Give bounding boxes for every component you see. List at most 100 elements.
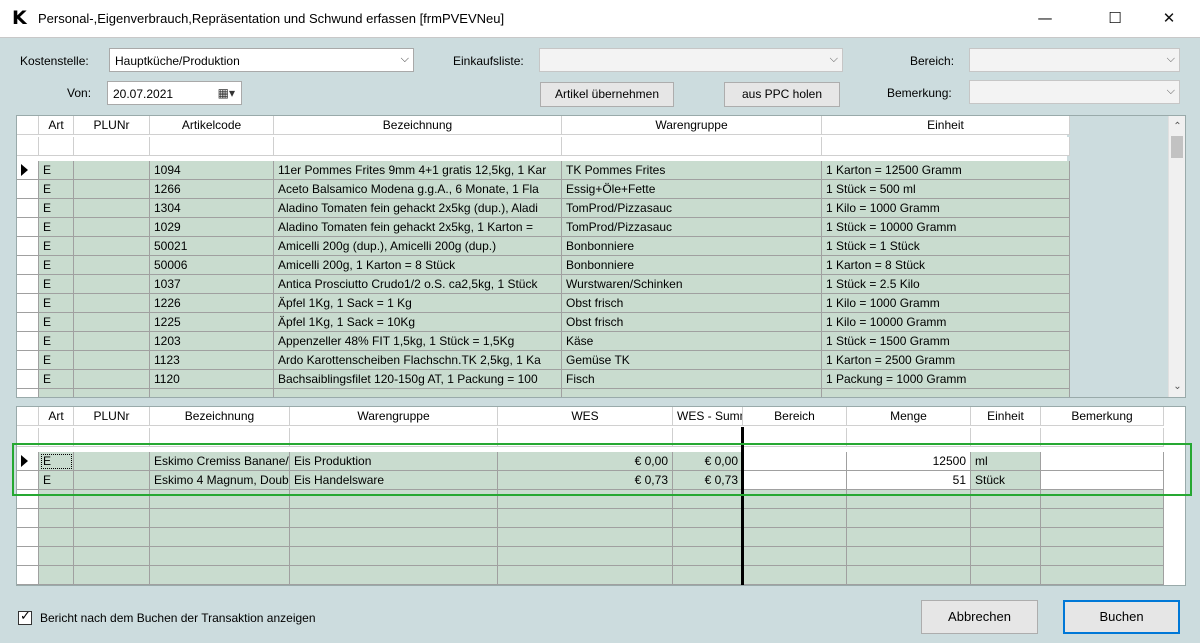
filter-input-plunr[interactable] (74, 428, 150, 447)
bereich-select[interactable]: ⌵ (969, 48, 1180, 72)
cell-bemerkung[interactable] (1041, 452, 1164, 471)
scroll-up-icon[interactable]: ⌃ (1169, 118, 1185, 135)
table-row[interactable]: E 1120 Bachsaiblingsfilet 120-150g AT, 1 P… (17, 370, 1070, 389)
app-logo: K (12, 7, 27, 29)
table-row[interactable]: E 1226 Äpfel 1Kg, 1 Sack = 1 Kg Obst frisch… (17, 294, 1070, 313)
column-header-bezeichnung[interactable]: Bezeichnung (274, 116, 562, 135)
filter-input-bemerkung[interactable] (1041, 428, 1164, 447)
cell-einheit: 1 Karton = 8 Stück (822, 256, 1070, 275)
article-grid-scrollbar[interactable]: ⌃ ⌄ (1168, 116, 1185, 397)
filter-input-art[interactable] (39, 428, 74, 447)
column-header-wes-summe[interactable]: WES - Summe (673, 407, 743, 426)
von-date-picker[interactable]: 20.07.2021 ▦▾ (107, 81, 242, 105)
column-header-einheit[interactable]: Einheit (971, 407, 1041, 426)
row-selector[interactable] (17, 332, 39, 351)
filter-input-artikelcode[interactable] (150, 137, 274, 156)
aus-ppc-holen-button[interactable]: aus PPC holen (724, 82, 840, 107)
column-header-menge[interactable]: Menge (847, 407, 971, 426)
cell-einheit[interactable]: Stück (971, 471, 1041, 490)
cell-artikelcode (150, 389, 274, 397)
row-selector[interactable] (17, 199, 39, 218)
filter-input-einheit[interactable] (822, 137, 1070, 156)
row-selector[interactable] (17, 370, 39, 389)
book-button[interactable]: Buchen (1063, 600, 1180, 634)
table-row[interactable]: E 1304 Aladino Tomaten fein gehackt 2x5kg … (17, 199, 1070, 218)
row-selector[interactable] (17, 256, 39, 275)
cell-einheit[interactable]: ml (971, 452, 1041, 471)
table-row[interactable]: E 1266 Aceto Balsamico Modena g.g.A., 6 Mo… (17, 180, 1070, 199)
column-header-art[interactable]: Art (39, 407, 74, 426)
einkaufsliste-select[interactable]: ⌵ (539, 48, 843, 72)
row-selector[interactable] (17, 275, 39, 294)
bemerkung-select[interactable]: ⌵ (969, 80, 1180, 104)
table-row-partial (17, 389, 1070, 397)
column-header-plunr[interactable]: PLUNr (74, 116, 150, 135)
row-selector[interactable] (17, 161, 39, 180)
table-row[interactable]: E 1094 11er Pommes Frites 9mm 4+1 gratis 1… (17, 161, 1070, 180)
row-selector[interactable] (17, 351, 39, 370)
column-header-plunr[interactable]: PLUNr (74, 407, 150, 426)
filter-input-bezeichnung[interactable] (274, 137, 562, 156)
column-header-wes[interactable]: WES (498, 407, 673, 426)
checkmark-icon: ✓ (20, 609, 31, 624)
cell-menge[interactable]: 51 (847, 471, 971, 490)
filter-input-warengruppe[interactable] (562, 137, 822, 156)
filter-input-warengruppe[interactable] (290, 428, 498, 447)
chevron-down-icon: ⌵ (1166, 84, 1175, 97)
filter-input-art[interactable] (39, 137, 74, 156)
row-selector[interactable] (17, 180, 39, 199)
table-row[interactable]: E Eskimo 4 Magnum, Double Himbeer,Eis Han… (17, 471, 1185, 490)
row-selector[interactable] (17, 218, 39, 237)
filter-input-wes-summe[interactable] (673, 428, 743, 447)
cell-einheit: 1 Stück = 10000 Gramm (822, 218, 1070, 237)
column-header-bezeichnung[interactable]: Bezeichnung (150, 407, 290, 426)
row-selector[interactable] (17, 237, 39, 256)
cell-bereich[interactable] (743, 471, 847, 490)
artikel-uebernehmen-button[interactable]: Artikel übernehmen (540, 82, 674, 107)
cancel-button[interactable]: Abbrechen (921, 600, 1038, 634)
column-header-bereich[interactable]: Bereich (743, 407, 847, 426)
table-row[interactable]: E 1123 Ardo Karottenscheiben Flachschn.TK … (17, 351, 1070, 370)
cell-bemerkung[interactable] (1041, 471, 1164, 490)
column-header-einheit[interactable]: Einheit (822, 116, 1070, 135)
report-checkbox[interactable]: ✓ (18, 609, 32, 625)
row-selector[interactable] (17, 313, 39, 332)
row-selector[interactable] (17, 452, 39, 471)
kostenstelle-select[interactable]: Hauptküche/Produktion ⌵ (109, 48, 414, 72)
table-row[interactable]: E 1225 Äpfel 1Kg, 1 Sack = 10Kg Obst frisch… (17, 313, 1070, 332)
cell-menge[interactable]: 12500 (847, 452, 971, 471)
filter-input-bezeichnung[interactable] (150, 428, 290, 447)
column-header-warengruppe[interactable]: Warengruppe (290, 407, 498, 426)
table-row[interactable]: E Eskimo Cremiss Banane/Straccia/ScEis Pr… (17, 452, 1185, 471)
column-header-warengruppe[interactable]: Warengruppe (562, 116, 822, 135)
cell-bereich[interactable] (743, 452, 847, 471)
filter-input-einheit[interactable] (971, 428, 1041, 447)
cell-art: E (39, 332, 74, 351)
table-row[interactable]: E 1029 Aladino Tomaten fein gehackt 2x5kg,… (17, 218, 1070, 237)
filter-input-plunr[interactable] (74, 137, 150, 156)
cell-einheit: 1 Stück = 500 ml (822, 180, 1070, 199)
filter-input-bereich[interactable] (743, 428, 847, 447)
close-button[interactable]: ✕ (1146, 0, 1192, 38)
scroll-down-icon[interactable]: ⌄ (1169, 378, 1185, 395)
table-row[interactable]: E 1203 Appenzeller 48% FIT 1,5kg, 1 Stück … (17, 332, 1070, 351)
column-header-bemerkung[interactable]: Bemerkung (1041, 407, 1164, 426)
article-grid[interactable]: Art PLUNr Artikelcode Bezeichnung Warengrupp… (16, 115, 1186, 398)
scroll-thumb[interactable] (1171, 136, 1183, 158)
cell-bereich (743, 490, 847, 509)
selected-items-grid[interactable]: Art PLUNr Bezeichnung Warengruppe WES WES - S… (16, 406, 1186, 586)
column-header-artikelcode[interactable]: Artikelcode (150, 116, 274, 135)
cell-bereich (743, 547, 847, 566)
row-selector[interactable] (17, 294, 39, 313)
table-row[interactable]: E 1037 Antica Prosciutto Crudo1/2 o.S. ca2… (17, 275, 1070, 294)
filter-input-menge[interactable] (847, 428, 971, 447)
filter-input-wes[interactable] (498, 428, 673, 447)
calendar-icon[interactable]: ▦▾ (218, 86, 235, 100)
table-row[interactable]: E 50021 Amicelli 200g (dup.), Amicelli 200… (17, 237, 1070, 256)
table-row[interactable]: E 50006 Amicelli 200g, 1 Karton = 8 Stück B… (17, 256, 1070, 275)
maximize-button[interactable]: ☐ (1092, 0, 1138, 38)
column-header-art[interactable]: Art (39, 116, 74, 135)
cell-einheit: 1 Kilo = 1000 Gramm (822, 294, 1070, 313)
row-selector[interactable] (17, 471, 39, 490)
minimize-button[interactable]: — (1022, 0, 1068, 38)
